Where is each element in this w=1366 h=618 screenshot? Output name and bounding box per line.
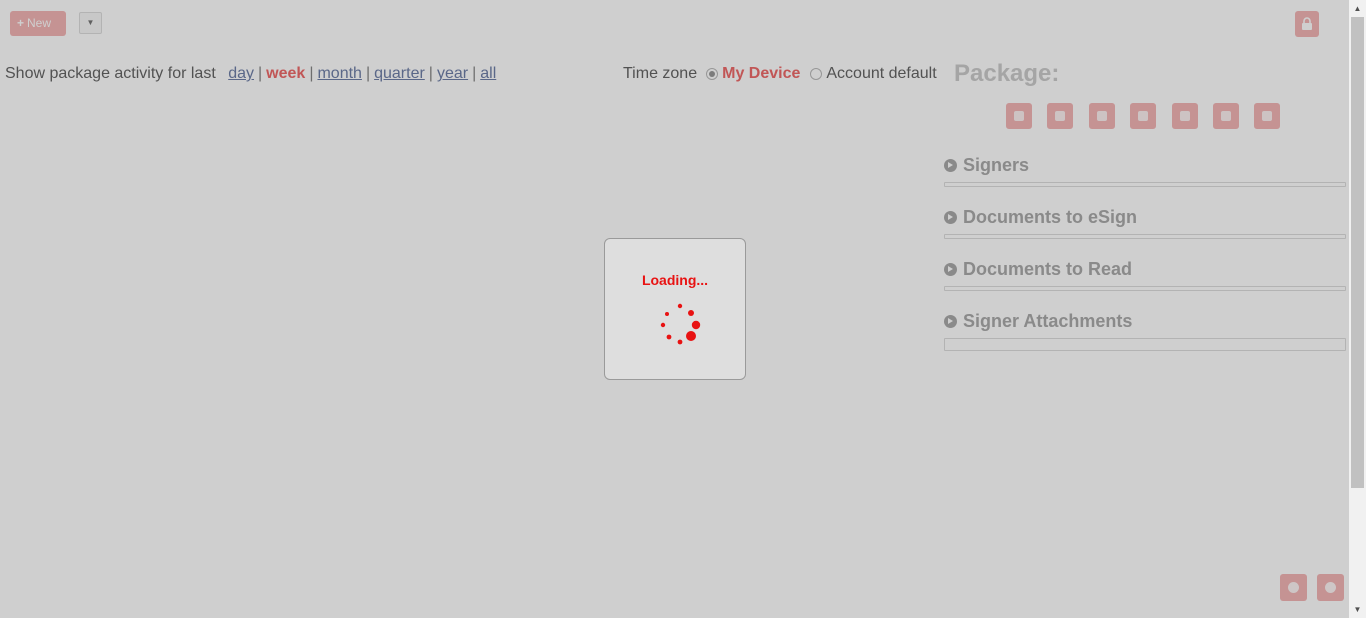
app-page: + New ▼ Show package activity for last da… [0, 0, 1349, 618]
scroll-up-icon[interactable]: ▲ [1349, 0, 1366, 17]
scrollbar-thumb[interactable] [1351, 17, 1364, 488]
loading-dialog: Loading... [604, 238, 746, 380]
vertical-scrollbar[interactable]: ▲ ▼ [1349, 0, 1366, 618]
scroll-down-icon[interactable]: ▼ [1349, 601, 1366, 618]
loading-text: Loading... [641, 272, 709, 288]
spinner-icon [660, 303, 701, 345]
